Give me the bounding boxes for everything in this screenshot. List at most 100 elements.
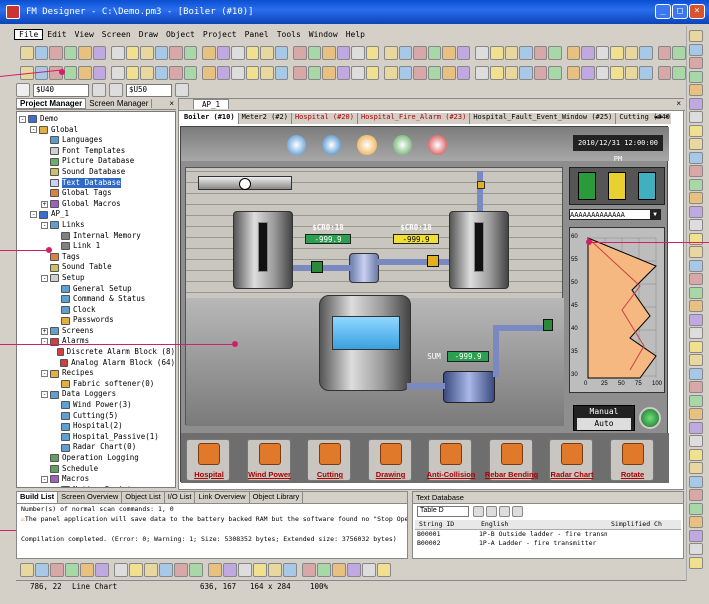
screen-tab[interactable]: Hospital_Fire_Alarm (#23) bbox=[358, 113, 471, 124]
side-tool-icon-21[interactable] bbox=[689, 313, 703, 326]
side-tool-icon-0[interactable] bbox=[689, 30, 703, 42]
drawing-tool-icon-33[interactable] bbox=[519, 65, 533, 80]
drawing-tool-icon-34[interactable] bbox=[533, 65, 548, 80]
collapse-icon[interactable]: - bbox=[41, 274, 48, 282]
power-icon[interactable] bbox=[427, 135, 448, 155]
valve-outlet[interactable] bbox=[543, 319, 553, 331]
drawing-tool-icon-4[interactable] bbox=[78, 65, 92, 80]
side-tool-icon-37[interactable] bbox=[689, 529, 703, 542]
drawing-tool-icon-41[interactable] bbox=[639, 65, 653, 80]
drawing-tool-icon-28[interactable] bbox=[442, 65, 456, 80]
drawing-tool-icon-16[interactable] bbox=[260, 65, 274, 80]
drawing-tool-icon-22[interactable] bbox=[351, 65, 365, 80]
tree-node[interactable]: - Links bbox=[17, 220, 175, 231]
standard-tool-icon-10[interactable] bbox=[169, 45, 183, 60]
standard-tool-icon-2[interactable] bbox=[49, 45, 63, 60]
tree-node[interactable]: Sound Table bbox=[17, 262, 175, 273]
standard-tool-icon-28[interactable] bbox=[442, 45, 456, 60]
drawing-tool-icon-3[interactable] bbox=[63, 65, 78, 80]
tree-node[interactable]: Fabric softener(0) bbox=[17, 379, 175, 390]
tree-node[interactable]: Global Tags bbox=[17, 188, 175, 199]
menu-view[interactable]: View bbox=[71, 30, 98, 39]
chevron-down-icon[interactable]: ▼ bbox=[650, 210, 660, 219]
standard-tool-icon-34[interactable] bbox=[533, 45, 548, 60]
text-db-new-icon[interactable] bbox=[473, 506, 484, 517]
tree-node[interactable]: Internal Memory bbox=[17, 231, 175, 242]
text-db-col[interactable]: Simplified Ch bbox=[607, 520, 681, 529]
screen-tab[interactable]: Hospital_Fault_Event_Window (#25) bbox=[470, 113, 617, 124]
globe-icon[interactable] bbox=[287, 135, 307, 155]
bottom-tool-icon-15[interactable] bbox=[253, 562, 267, 577]
standard-tool-icon-3[interactable] bbox=[63, 45, 78, 60]
menu-screen[interactable]: Screen bbox=[98, 30, 135, 39]
refresh-icon[interactable] bbox=[322, 135, 342, 155]
standard-tool-icon-35[interactable] bbox=[548, 45, 562, 60]
standard-tool-icon-29[interactable] bbox=[456, 45, 471, 60]
drawing-tool-icon-19[interactable] bbox=[307, 65, 322, 80]
bottom-tool-icon-21[interactable] bbox=[347, 562, 361, 577]
tree-node[interactable]: Wind Power(3) bbox=[17, 400, 175, 411]
collapse-icon[interactable]: - bbox=[41, 221, 48, 229]
bottom-tool-icon-16[interactable] bbox=[268, 562, 282, 577]
bottom-tool-icon-8[interactable] bbox=[144, 562, 158, 577]
drawing-tool-icon-25[interactable] bbox=[398, 65, 413, 80]
build-tab[interactable]: Object List bbox=[122, 492, 165, 503]
side-tool-icon-2[interactable] bbox=[689, 57, 703, 69]
standard-tool-icon-4[interactable] bbox=[78, 45, 92, 60]
expand-icon[interactable]: + bbox=[52, 486, 59, 487]
standard-tool-icon-30[interactable] bbox=[475, 45, 489, 60]
standard-tool-icon-27[interactable] bbox=[427, 45, 442, 60]
start-button[interactable] bbox=[639, 407, 661, 429]
side-tool-icon-28[interactable] bbox=[689, 408, 703, 420]
standard-tool-icon-24[interactable] bbox=[384, 45, 398, 60]
tree-node[interactable]: - Setup bbox=[17, 273, 175, 284]
collapse-icon[interactable]: - bbox=[41, 391, 48, 399]
close-button[interactable]: × bbox=[689, 4, 705, 19]
tree-node[interactable]: Font Templates bbox=[17, 146, 175, 157]
side-tool-icon-13[interactable] bbox=[689, 205, 703, 218]
text-db-delete-icon[interactable] bbox=[499, 506, 510, 517]
side-tool-icon-39[interactable] bbox=[689, 556, 703, 569]
standard-tool-icon-40[interactable] bbox=[624, 45, 639, 60]
minimize-button[interactable]: _ bbox=[655, 4, 671, 19]
side-tool-icon-25[interactable] bbox=[689, 367, 703, 380]
standard-tool-icon-19[interactable] bbox=[307, 45, 322, 60]
tree-node[interactable]: - Macros bbox=[17, 474, 175, 485]
standard-tool-icon-23[interactable] bbox=[365, 45, 380, 60]
bottom-tool-icon-14[interactable] bbox=[238, 562, 252, 577]
standard-tool-icon-6[interactable] bbox=[111, 45, 125, 60]
tree-node[interactable]: - Data Loggers bbox=[17, 389, 175, 400]
address-field-2[interactable]: $U50 bbox=[126, 83, 172, 97]
menu-tools[interactable]: Tools bbox=[273, 30, 305, 39]
standard-tool-icon-36[interactable] bbox=[566, 45, 581, 60]
drawing-tool-icon-23[interactable] bbox=[365, 65, 380, 80]
tree-node[interactable]: Command & Status bbox=[17, 294, 175, 305]
tree-node[interactable]: + Screens bbox=[17, 326, 175, 337]
side-tool-icon-4[interactable] bbox=[689, 84, 703, 96]
tree-node[interactable]: Hospital_Passive(1) bbox=[17, 432, 175, 443]
tree-node[interactable]: General Setup bbox=[17, 284, 175, 295]
screen-tab[interactable]: Boiler (#10) bbox=[181, 113, 239, 124]
tree-node[interactable]: - Global bbox=[17, 125, 175, 136]
auto-label[interactable]: Auto bbox=[577, 418, 631, 430]
side-tool-icon-27[interactable] bbox=[689, 394, 703, 407]
side-tool-icon-29[interactable] bbox=[689, 421, 703, 434]
drawing-tool-icon-17[interactable] bbox=[274, 65, 289, 80]
green-switch[interactable] bbox=[578, 172, 596, 200]
tree-node[interactable]: Text Database bbox=[17, 177, 175, 189]
valve-top[interactable] bbox=[477, 181, 485, 189]
expand-icon[interactable]: + bbox=[41, 200, 48, 208]
side-tool-icon-7[interactable] bbox=[689, 124, 703, 137]
expand-icon[interactable]: + bbox=[41, 327, 48, 335]
drawing-tool-icon-21[interactable] bbox=[336, 65, 351, 80]
hmi-button-cutting[interactable]: Cutting bbox=[307, 439, 351, 481]
side-tool-icon-36[interactable] bbox=[689, 516, 703, 528]
address-browse-icon-3[interactable] bbox=[175, 83, 189, 97]
hmi-dropdown[interactable]: AAAAAAAAAAAAA ▼ bbox=[569, 209, 661, 220]
side-tool-icon-22[interactable] bbox=[689, 327, 703, 339]
standard-tool-icon-32[interactable] bbox=[504, 45, 519, 60]
text-db-col[interactable]: String ID bbox=[415, 520, 477, 529]
bottom-tool-icon-7[interactable] bbox=[129, 562, 143, 577]
side-tool-icon-8[interactable] bbox=[689, 138, 703, 150]
standard-tool-icon-43[interactable] bbox=[672, 45, 686, 60]
